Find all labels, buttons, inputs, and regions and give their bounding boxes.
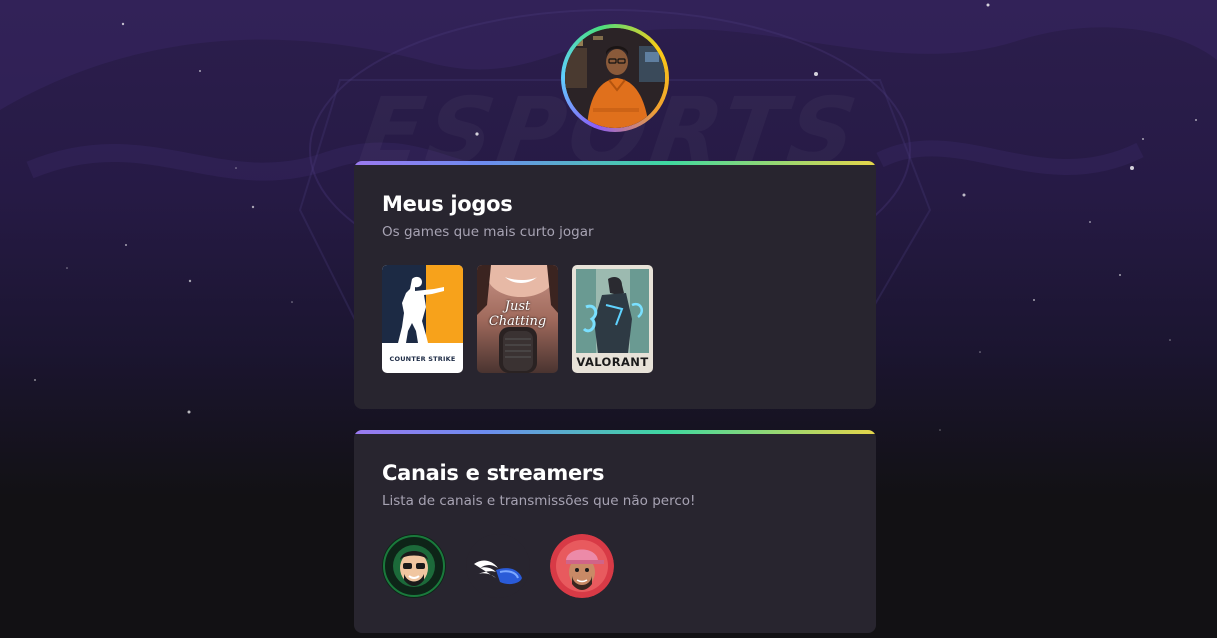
- valorant-logo-text: VALORANT: [576, 355, 649, 369]
- game-tile-counter-strike[interactable]: COUNTER STRIKE: [382, 265, 463, 373]
- channels-card-title: Canais e streamers: [382, 461, 605, 485]
- games-card-subtitle: Os games que mais curto jogar: [382, 224, 594, 240]
- channel-streamer[interactable]: [550, 534, 614, 598]
- games-list: COUNTER STRIKE Just Chatting VALORANT: [382, 265, 848, 373]
- casimiro-avatar-icon: [382, 534, 446, 598]
- channels-card-subtitle: Lista de canais e transmissões que não p…: [382, 493, 696, 509]
- streamer-cap-avatar-icon: [550, 534, 614, 598]
- channel-casimiro[interactable]: [382, 534, 446, 598]
- winged-logo-icon: [466, 534, 530, 598]
- counter-strike-logo-text: COUNTER STRIKE: [389, 355, 456, 363]
- profile-avatar: [561, 24, 669, 132]
- person-avatar-icon: [565, 28, 665, 128]
- profile-photo: [565, 28, 665, 128]
- channels-list: [382, 534, 848, 598]
- game-tile-just-chatting[interactable]: Just Chatting: [477, 265, 558, 373]
- just-chatting-logo-line1: Just: [504, 299, 531, 314]
- just-chatting-logo-line2: Chatting: [488, 314, 547, 329]
- game-tile-valorant[interactable]: VALORANT: [572, 265, 653, 373]
- games-card-title: Meus jogos: [382, 192, 513, 216]
- channel-winged[interactable]: [466, 534, 530, 598]
- games-card: Meus jogos Os games que mais curto jogar…: [354, 161, 876, 409]
- channels-card: Canais e streamers Lista de canais e tra…: [354, 430, 876, 633]
